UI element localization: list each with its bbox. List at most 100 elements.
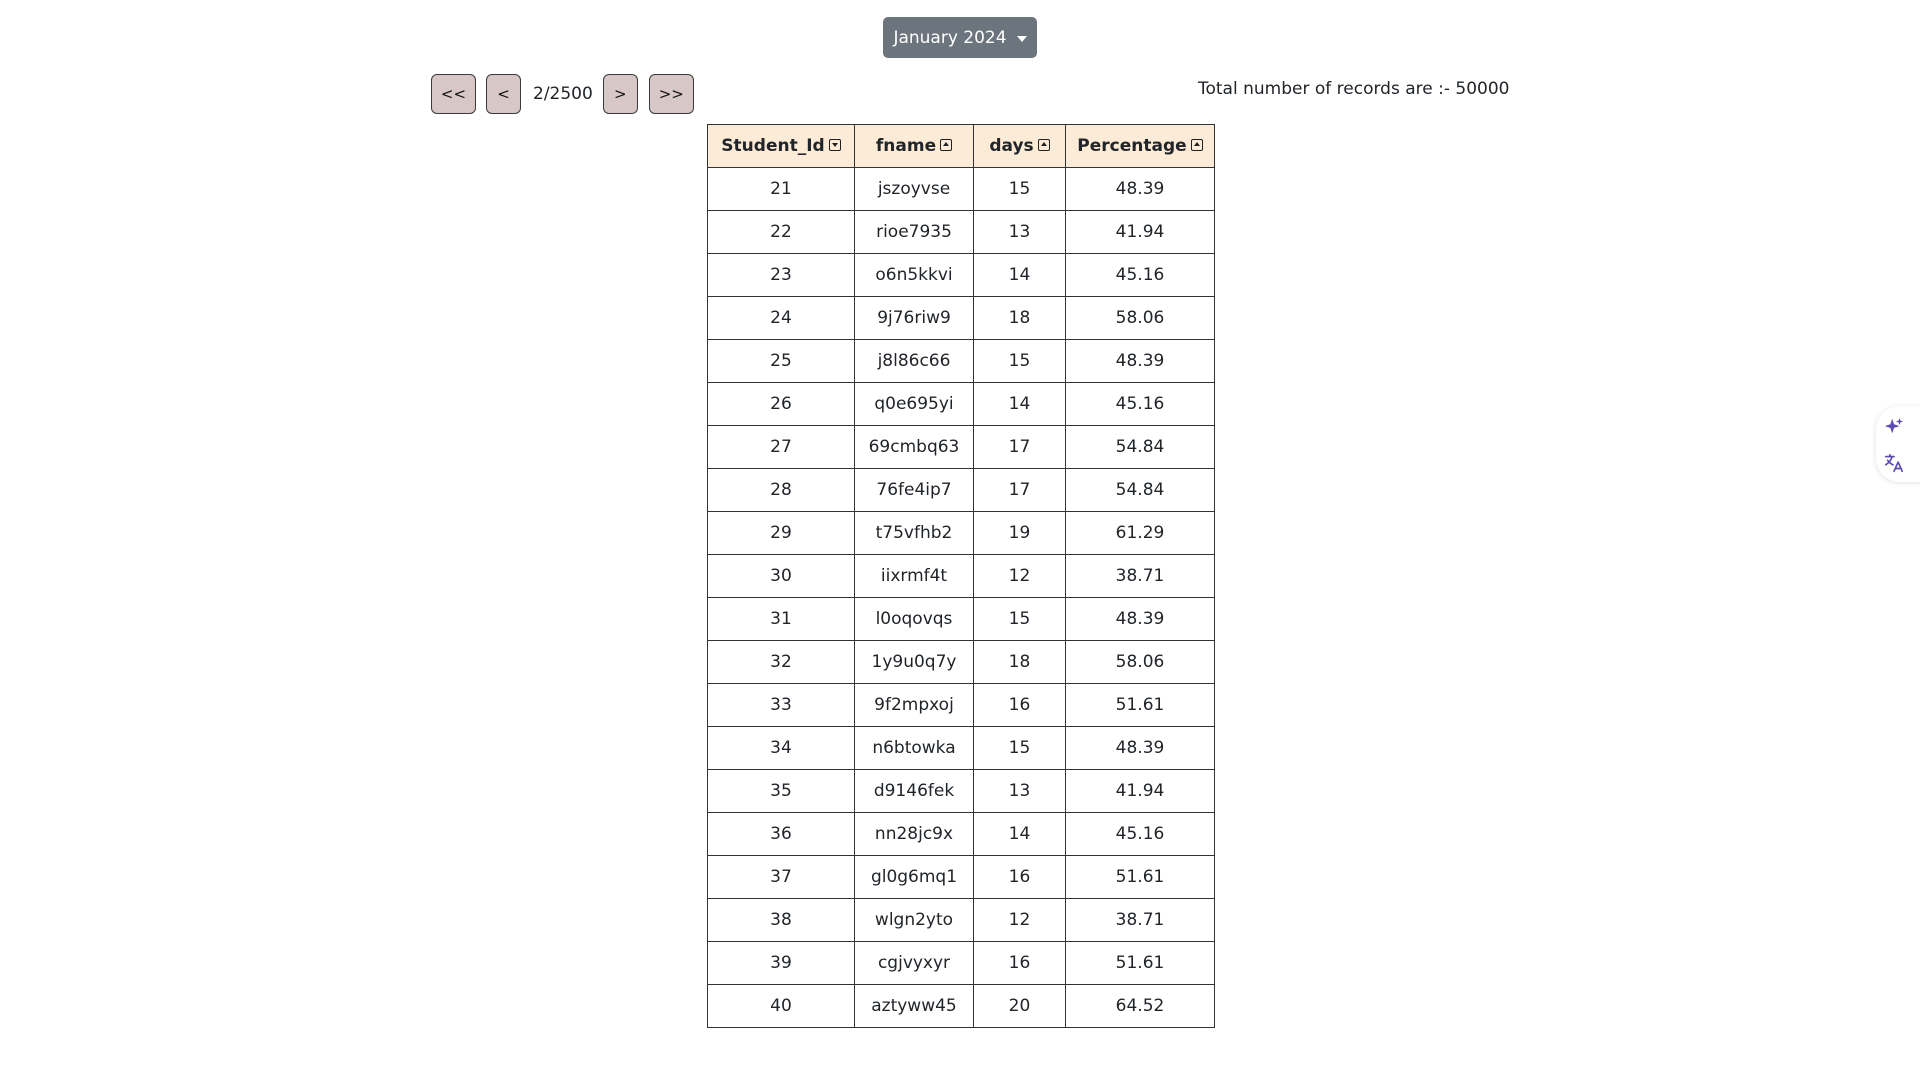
table-row: 22 rioe7935 13 41.94	[707, 210, 1215, 254]
cell-percentage: 48.39	[1065, 597, 1215, 641]
table-row: 21 jszoyvse 15 48.39	[707, 167, 1215, 211]
sparkle-icon[interactable]	[1876, 410, 1912, 444]
page-indicator: 2/2500	[533, 84, 593, 104]
cell-student-id: 34	[707, 726, 855, 770]
cell-student-id: 39	[707, 941, 855, 985]
header-label: Student_Id	[721, 136, 825, 156]
header-student-id[interactable]: Student_Id	[707, 124, 855, 168]
cell-days: 20	[973, 984, 1066, 1028]
cell-percentage: 54.84	[1065, 468, 1215, 512]
cell-percentage: 38.71	[1065, 898, 1215, 942]
header-label: Percentage	[1077, 136, 1187, 156]
header-percentage[interactable]: Percentage	[1065, 124, 1215, 168]
table-row: 32 1y9u0q7y 18 58.06	[707, 640, 1215, 684]
cell-days: 16	[973, 941, 1066, 985]
cell-percentage: 61.29	[1065, 511, 1215, 555]
cell-percentage: 41.94	[1065, 210, 1215, 254]
side-toolbar	[1876, 406, 1920, 482]
cell-days: 15	[973, 726, 1066, 770]
header-fname[interactable]: fname	[854, 124, 974, 168]
cell-percentage: 64.52	[1065, 984, 1215, 1028]
cell-percentage: 38.71	[1065, 554, 1215, 598]
table-row: 40 aztyww45 20 64.52	[707, 984, 1215, 1028]
table-row: 37 gl0g6mq1 16 51.61	[707, 855, 1215, 899]
cell-fname: q0e695yi	[854, 382, 974, 426]
cell-days: 12	[973, 898, 1066, 942]
cell-fname: 69cmbq63	[854, 425, 974, 469]
cell-percentage: 45.16	[1065, 253, 1215, 297]
caret-down-icon	[1016, 35, 1027, 42]
cell-days: 17	[973, 425, 1066, 469]
cell-days: 12	[973, 554, 1066, 598]
cell-days: 13	[973, 769, 1066, 813]
cell-fname: nn28jc9x	[854, 812, 974, 856]
table-row: 39 cgjvyxyr 16 51.61	[707, 941, 1215, 985]
cell-percentage: 51.61	[1065, 941, 1215, 985]
cell-days: 15	[973, 339, 1066, 383]
table-row: 25 j8l86c66 15 48.39	[707, 339, 1215, 383]
table-row: 34 n6btowka 15 48.39	[707, 726, 1215, 770]
sort-descending-icon[interactable]	[828, 139, 841, 151]
month-dropdown-button[interactable]: January 2024	[883, 17, 1037, 58]
table-row: 23 o6n5kkvi 14 45.16	[707, 253, 1215, 297]
cell-days: 18	[973, 296, 1066, 340]
cell-percentage: 58.06	[1065, 640, 1215, 684]
cell-days: 15	[973, 597, 1066, 641]
cell-percentage: 58.06	[1065, 296, 1215, 340]
cell-fname: l0oqovqs	[854, 597, 974, 641]
cell-fname: wlgn2yto	[854, 898, 974, 942]
sort-ascending-icon[interactable]	[1037, 139, 1050, 151]
cell-days: 15	[973, 167, 1066, 211]
cell-fname: aztyww45	[854, 984, 974, 1028]
cell-student-id: 27	[707, 425, 855, 469]
cell-student-id: 37	[707, 855, 855, 899]
cell-days: 19	[973, 511, 1066, 555]
cell-student-id: 36	[707, 812, 855, 856]
next-page-button[interactable]: >	[602, 74, 638, 114]
page: January 2024 << < 2/2500 > >> Total numb…	[0, 0, 1920, 1080]
cell-fname: rioe7935	[854, 210, 974, 254]
cell-fname: n6btowka	[854, 726, 974, 770]
table-row: 26 q0e695yi 14 45.16	[707, 382, 1215, 426]
table-row: 33 9f2mpxoj 16 51.61	[707, 683, 1215, 727]
cell-fname: 9j76riw9	[854, 296, 974, 340]
cell-student-id: 28	[707, 468, 855, 512]
month-dropdown-label: January 2024	[893, 27, 1007, 48]
cell-student-id: 26	[707, 382, 855, 426]
cell-days: 18	[973, 640, 1066, 684]
cell-percentage: 51.61	[1065, 855, 1215, 899]
table-row: 27 69cmbq63 17 54.84	[707, 425, 1215, 469]
cell-student-id: 30	[707, 554, 855, 598]
cell-days: 14	[973, 253, 1066, 297]
sort-ascending-icon[interactable]	[940, 139, 953, 151]
header-days[interactable]: days	[973, 124, 1066, 168]
pagination: << < 2/2500 > >>	[431, 74, 694, 114]
sort-ascending-icon[interactable]	[1190, 139, 1203, 151]
cell-student-id: 29	[707, 511, 855, 555]
cell-percentage: 51.61	[1065, 683, 1215, 727]
cell-fname: jszoyvse	[854, 167, 974, 211]
translate-icon[interactable]	[1876, 446, 1912, 480]
cell-percentage: 45.16	[1065, 382, 1215, 426]
last-page-button[interactable]: >>	[648, 74, 694, 114]
cell-days: 14	[973, 382, 1066, 426]
cell-student-id: 23	[707, 253, 855, 297]
first-page-button[interactable]: <<	[431, 74, 476, 114]
cell-fname: cgjvyxyr	[854, 941, 974, 985]
table-row: 28 76fe4ip7 17 54.84	[707, 468, 1215, 512]
previous-page-button[interactable]: <	[486, 74, 521, 114]
cell-percentage: 54.84	[1065, 425, 1215, 469]
header-label: days	[989, 136, 1034, 156]
table-row: 30 iixrmf4t 12 38.71	[707, 554, 1215, 598]
table-row: 31 l0oqovqs 15 48.39	[707, 597, 1215, 641]
cell-fname: gl0g6mq1	[854, 855, 974, 899]
cell-percentage: 48.39	[1065, 726, 1215, 770]
cell-days: 17	[973, 468, 1066, 512]
cell-student-id: 25	[707, 339, 855, 383]
cell-days: 14	[973, 812, 1066, 856]
table-row: 38 wlgn2yto 12 38.71	[707, 898, 1215, 942]
cell-fname: 1y9u0q7y	[854, 640, 974, 684]
table-row: 36 nn28jc9x 14 45.16	[707, 812, 1215, 856]
table-body: 21 jszoyvse 15 48.39 22 rioe7935 13 41.94 23 o6n5…	[707, 167, 1215, 1028]
total-records-text: Total number of records are :- 50000	[1198, 79, 1510, 99]
